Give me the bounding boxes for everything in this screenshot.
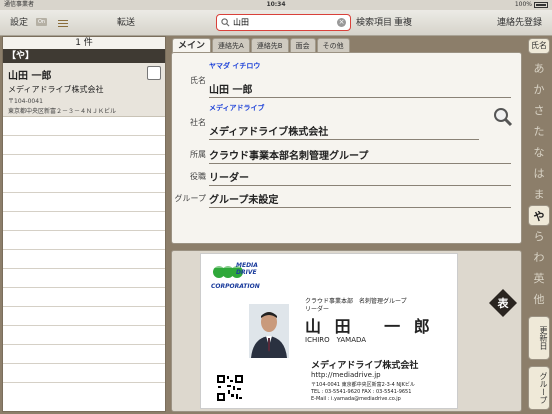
tab-contact-b[interactable]: 連絡先B	[250, 38, 289, 53]
card-roman-name: ICHIRO YAMADA	[305, 336, 367, 344]
search-input[interactable]	[233, 18, 337, 27]
dept-field[interactable]: 所属 クラウド事業本部名刺管理グループ	[172, 145, 523, 167]
clear-search-icon[interactable]: ×	[337, 18, 346, 27]
business-card-image[interactable]: MEDIA DRIVE CORPORATION クラウド事業本部 名刺管理グループ…	[200, 253, 458, 409]
card-role: リーダー	[305, 306, 330, 313]
company-kana: メディアドライブ	[209, 104, 265, 112]
list-menu-icon[interactable]	[58, 20, 68, 28]
name-field[interactable]: 氏名 ヤマダ イチロウ 山田 一郎	[172, 59, 523, 98]
empty-row	[3, 193, 165, 212]
select-checkbox[interactable]	[147, 66, 161, 80]
battery-percent: 100%	[514, 1, 532, 8]
group-field[interactable]: グループ グループ未設定	[172, 189, 523, 211]
index-letter[interactable]: 他	[528, 289, 550, 310]
dept-label: 所属	[190, 150, 206, 159]
list-item-address: 東京都中央区新富２－３－４ＮＪＫビル	[8, 108, 117, 115]
group-label: グループ	[174, 194, 206, 203]
card-image-panel: MEDIA DRIVE CORPORATION クラウド事業本部 名刺管理グループ…	[171, 250, 522, 412]
contact-list: 1 件 【や】 山田 一郎 メディアドライブ株式会社 〒104-0041 東京都…	[2, 36, 166, 412]
qr-code-icon	[216, 374, 244, 402]
card-tel: TEL : 03-5541-9620 FAX : 03-5541-9651	[311, 389, 412, 395]
card-name: 山 田 一 郎	[305, 317, 434, 336]
list-item-company: メディアドライブ株式会社	[8, 85, 104, 94]
card-email: E-Mail : i.yamada@mediadrive.co.jp	[311, 396, 401, 402]
role-field[interactable]: 役職 リーダー	[172, 167, 523, 189]
index-letter[interactable]: か	[528, 79, 550, 100]
empty-row	[3, 288, 165, 307]
card-contact-block: 〒104-0041 東京都中央区新富2-3-4 NJKビル TEL : 03-5…	[311, 382, 456, 403]
company-label: 社名	[190, 118, 206, 127]
list-item-name: 山田 一郎	[8, 71, 52, 82]
index-letter[interactable]: た	[528, 121, 550, 142]
card-url: http://mediadrive.jp	[311, 371, 381, 379]
empty-row	[3, 250, 165, 269]
company-field[interactable]: 社名 メディアドライブ メディアドライブ株式会社	[172, 101, 523, 140]
name-kana: ヤマダ イチロウ	[209, 62, 261, 70]
toolbar: 設定 On 転送 × 検索項目 重複 連絡先登録	[0, 10, 552, 36]
role-value: リーダー	[209, 169, 511, 186]
sort-by-name-button[interactable]: 氏名	[528, 38, 550, 54]
card-company: メディアドライブ株式会社	[311, 361, 419, 371]
result-count: 1 件	[3, 37, 165, 49]
empty-row	[3, 269, 165, 288]
empty-row	[3, 174, 165, 193]
name-value: 山田 一郎	[209, 81, 511, 98]
index-letter[interactable]: な	[528, 142, 550, 163]
card-address: 〒104-0041 東京都中央区新富2-3-4 NJKビル	[311, 382, 415, 388]
index-letter[interactable]: 英	[528, 268, 550, 289]
index-letter[interactable]: さ	[528, 100, 550, 121]
name-label: 氏名	[190, 76, 206, 85]
dept-value: クラウド事業本部名刺管理グループ	[209, 147, 511, 164]
flip-card-label: 表	[497, 296, 510, 310]
empty-row	[3, 155, 165, 174]
index-letter[interactable]: は	[528, 163, 550, 184]
flip-card-icon[interactable]: 表	[487, 287, 519, 319]
empty-row	[3, 307, 165, 326]
settings-button[interactable]: 設定	[10, 16, 28, 30]
empty-row	[3, 231, 165, 250]
index-letter[interactable]: ら	[528, 226, 550, 247]
duplicate-button[interactable]: 重複	[394, 16, 412, 30]
sort-by-update-button[interactable]: 更新日	[528, 316, 550, 360]
index-sidebar: 氏名 あ か さ た な は ま や ら わ 英 他 更新日 グループ	[528, 38, 550, 412]
empty-row	[3, 212, 165, 231]
logo-subtext: CORPORATION	[211, 283, 260, 290]
detail-tabs: メイン 連絡先A 連絡先B 面会 その他	[172, 38, 350, 53]
role-label: 役職	[190, 172, 206, 181]
index-letter[interactable]: わ	[528, 247, 550, 268]
contact-register-button[interactable]: 連絡先登録	[497, 16, 542, 30]
empty-row	[3, 136, 165, 155]
transfer-button[interactable]: 転送	[117, 16, 135, 30]
list-item-zip: 〒104-0041	[8, 98, 43, 105]
logo-text: MEDIA DRIVE	[236, 262, 258, 276]
empty-row	[3, 117, 165, 136]
empty-row	[3, 326, 165, 345]
sort-by-group-button[interactable]: グループ	[528, 366, 550, 410]
index-letter-selected[interactable]: や	[528, 205, 550, 226]
sync-badge: On	[36, 18, 47, 26]
search-icon	[221, 18, 230, 27]
magnifier-icon[interactable]	[493, 107, 513, 127]
detail-panel: 氏名 ヤマダ イチロウ 山田 一郎 社名 メディアドライブ メディアドライブ株式…	[171, 52, 522, 244]
tab-contact-a[interactable]: 連絡先A	[212, 38, 250, 53]
empty-row	[3, 364, 165, 383]
clock: 10:34	[266, 1, 286, 8]
tab-meeting[interactable]: 面会	[289, 38, 316, 53]
empty-row	[3, 345, 165, 364]
tab-other[interactable]: その他	[316, 38, 350, 53]
search-box[interactable]: ×	[216, 14, 351, 31]
section-header: 【や】	[3, 49, 165, 63]
list-item[interactable]: 山田 一郎 メディアドライブ株式会社 〒104-0041 東京都中央区新富２－３…	[3, 63, 165, 117]
tab-main[interactable]: メイン	[172, 38, 212, 53]
index-letter[interactable]: あ	[528, 58, 550, 79]
company-value: メディアドライブ株式会社	[209, 123, 479, 140]
status-bar: 通信事業者 10:34 100%	[0, 0, 552, 10]
index-letter[interactable]: ま	[528, 184, 550, 205]
search-item-button[interactable]: 検索項目	[356, 16, 392, 30]
battery-icon	[534, 2, 548, 8]
group-value: グループ未設定	[209, 191, 511, 208]
portrait-photo	[249, 304, 289, 358]
battery-indicator: 100%	[515, 0, 548, 10]
